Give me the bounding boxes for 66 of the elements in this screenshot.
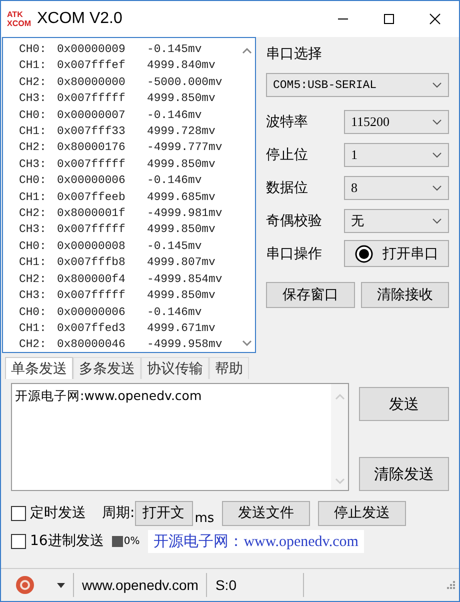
data-line: CH1: 0x007fff33 4999.728mv (19, 124, 216, 140)
data-line: CH3: 0x007fffff 4999.850mv (19, 288, 216, 304)
receive-area[interactable] (2, 37, 256, 353)
chevron-icon (432, 152, 442, 158)
resize-grip-icon[interactable] (445, 579, 455, 589)
field-label: 波特率 (266, 112, 309, 130)
data-line: CH0: 0x00000009 -0.145mv (19, 43, 203, 58)
data-line: CH3: 0x007fffff 4999.850mv (19, 222, 216, 238)
data-line: CH1: 0x007fffb8 4999.807mv (19, 256, 216, 272)
banner-text: 开源电子网：www.openedv.com (148, 530, 364, 552)
maximize-icon[interactable] (383, 13, 395, 25)
period-label: 周期: (102, 504, 135, 522)
setting-dropdown[interactable]: 8 (344, 176, 449, 200)
logo-text: ATK (7, 10, 24, 19)
tab[interactable]: 单条发送 (5, 357, 73, 379)
panel-button[interactable]: 清除接收 (360, 282, 449, 308)
unit-label: ms (194, 510, 214, 526)
data-line: CH3: 0x007fffff 4999.850mv (19, 158, 216, 173)
setting-dropdown[interactable]: 115200 (344, 110, 449, 134)
data-line: CH0: 0x00000006 -0.146mv (19, 174, 203, 190)
data-line: CH0: 0x00000007 -0.146mv (19, 108, 203, 124)
tab[interactable]: 多条发送 (73, 357, 141, 379)
close-icon[interactable] (429, 13, 441, 25)
field-label: 奇偶校验 (266, 212, 323, 230)
chevron-icon (432, 184, 442, 190)
record-icon[interactable] (15, 575, 35, 595)
data-line: CH3: 0x007fffff 4999.850mv (19, 92, 216, 108)
chevron-icon (432, 118, 442, 124)
tab[interactable]: 协议传输 (141, 357, 209, 379)
scroll-up-icon[interactable] (242, 48, 252, 54)
field-label: 串口操作 (266, 244, 323, 262)
chevron-icon (432, 218, 442, 224)
sent-count: S:0 (206, 573, 304, 597)
status-url: www.openedv.com (73, 573, 206, 597)
setting-dropdown[interactable]: 无 (344, 208, 449, 232)
field-label: 串口选择 (266, 45, 323, 63)
checkbox-option[interactable]: 定时发送 (11, 504, 86, 522)
data-line: CH0: 0x00000006 -0.146mv (19, 306, 203, 320)
scroll-down-icon[interactable] (242, 340, 252, 346)
panel-button[interactable]: 保存窗口 (266, 282, 354, 308)
checkbox-option[interactable]: 16进制发送 (11, 532, 104, 550)
data-line: CH1: 0x007ffed3 4999.671mv (19, 322, 216, 337)
open-file-button[interactable]: 打开文 (134, 500, 193, 526)
checkbox-option[interactable]: 0% (112, 536, 140, 546)
data-line: CH2: 0x80000046 -4999.958mv (19, 338, 224, 354)
port-dropdown[interactable]: COM5:USB-SERIAL (266, 73, 449, 97)
chevron-icon (432, 82, 442, 88)
logo-text: XCOM (7, 19, 31, 28)
open-port-button[interactable]: 打开串口 (344, 240, 449, 267)
data-line: CH1: 0x007fffef 4999.840mv (19, 58, 216, 74)
data-line: CH2: 0x80000000 -5000.000mv (19, 76, 224, 91)
data-line: CH2: 0x80000176 -4999.777mv (19, 141, 224, 156)
stop-send-button[interactable]: 停止发送 (318, 500, 406, 526)
window-title: XCOM V2.0 (37, 10, 122, 28)
data-line: CH0: 0x00000008 -0.145mv (19, 240, 203, 255)
field-label: 数据位 (266, 178, 309, 196)
tab[interactable]: 帮助 (209, 357, 249, 379)
send-button[interactable]: 清除发送 (359, 457, 449, 491)
send-button[interactable]: 发送 (359, 387, 449, 421)
data-line: CH1: 0x007ffeeb 4999.685mv (19, 190, 216, 206)
data-line: CH2: 0x800000f4 -4999.854mv (19, 272, 224, 288)
dropdown-arrow-icon[interactable] (57, 582, 65, 588)
setting-dropdown[interactable]: 1 (344, 142, 449, 166)
send-file-button[interactable]: 发送文件 (222, 500, 310, 526)
field-label: 停止位 (266, 146, 309, 164)
data-line: CH2: 0x8000001f -4999.981mv (19, 206, 224, 222)
